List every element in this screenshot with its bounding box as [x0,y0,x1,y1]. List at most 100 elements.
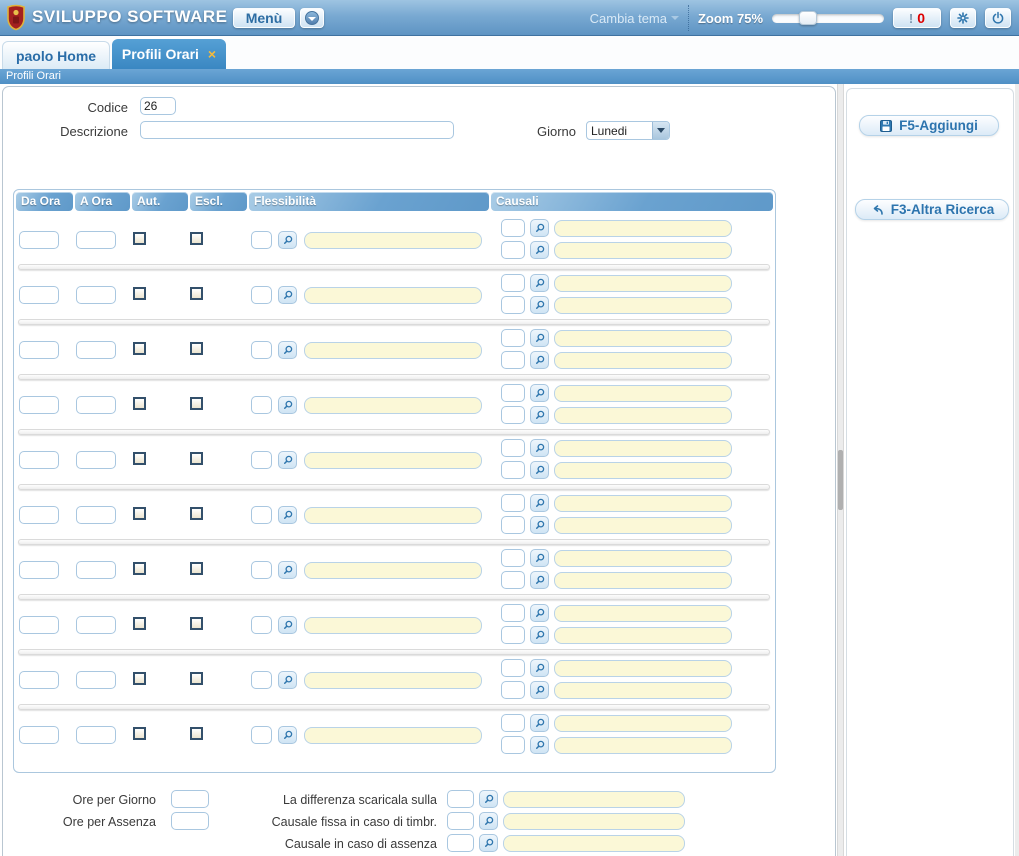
f5-aggiungi-button[interactable]: F5-Aggiungi [859,115,999,136]
causale1-code-input[interactable] [501,384,525,402]
aut-checkbox[interactable] [133,287,146,300]
causale-assenza-lookup-button[interactable] [479,834,498,852]
flessibilita-code-input[interactable] [251,561,272,579]
flessibilita-lookup-button[interactable] [278,506,297,524]
causale2-lookup-button[interactable] [530,736,549,754]
theme-switcher[interactable]: Cambia tema [590,11,679,26]
zoom-slider-track[interactable] [772,14,884,23]
flessibilita-code-input[interactable] [251,341,272,359]
causale-fissa-code-input[interactable] [447,812,474,830]
da-ora-input[interactable] [19,231,59,249]
causale1-lookup-button[interactable] [530,549,549,567]
a-ora-input[interactable] [76,671,116,689]
flessibilita-lookup-button[interactable] [278,231,297,249]
a-ora-input[interactable] [76,451,116,469]
a-ora-input[interactable] [76,561,116,579]
causale2-code-input[interactable] [501,461,525,479]
ore-per-assenza-input[interactable] [171,812,209,830]
causale2-lookup-button[interactable] [530,241,549,259]
flessibilita-code-input[interactable] [251,506,272,524]
da-ora-input[interactable] [19,341,59,359]
escl-checkbox[interactable] [190,287,203,300]
tab-profili-orari[interactable]: Profili Orari × [112,39,226,69]
flessibilita-lookup-button[interactable] [278,341,297,359]
causale2-lookup-button[interactable] [530,571,549,589]
causale1-lookup-button[interactable] [530,714,549,732]
causale1-code-input[interactable] [501,219,525,237]
settings-button[interactable] [950,8,976,28]
da-ora-input[interactable] [19,726,59,744]
causale2-code-input[interactable] [501,351,525,369]
causale1-code-input[interactable] [501,274,525,292]
causale2-code-input[interactable] [501,296,525,314]
flessibilita-code-input[interactable] [251,286,272,304]
aut-checkbox[interactable] [133,727,146,740]
causale2-code-input[interactable] [501,571,525,589]
a-ora-input[interactable] [76,286,116,304]
causale1-lookup-button[interactable] [530,494,549,512]
aut-checkbox[interactable] [133,452,146,465]
da-ora-input[interactable] [19,506,59,524]
causale1-code-input[interactable] [501,549,525,567]
causale1-lookup-button[interactable] [530,659,549,677]
causale1-code-input[interactable] [501,604,525,622]
da-ora-input[interactable] [19,451,59,469]
causale2-lookup-button[interactable] [530,296,549,314]
differenza-lookup-button[interactable] [479,790,498,808]
aut-checkbox[interactable] [133,342,146,355]
causale1-code-input[interactable] [501,329,525,347]
alerts-button[interactable]: ! 0 [893,8,941,28]
close-icon[interactable]: × [208,47,216,61]
escl-checkbox[interactable] [190,232,203,245]
flessibilita-lookup-button[interactable] [278,671,297,689]
zoom-slider-handle[interactable] [799,11,817,25]
causale1-lookup-button[interactable] [530,329,549,347]
flessibilita-lookup-button[interactable] [278,726,297,744]
a-ora-input[interactable] [76,506,116,524]
causale-assenza-code-input[interactable] [447,834,474,852]
power-button[interactable] [985,8,1011,28]
causale2-lookup-button[interactable] [530,351,549,369]
flessibilita-code-input[interactable] [251,616,272,634]
chevron-down-icon[interactable] [652,122,669,139]
escl-checkbox[interactable] [190,617,203,630]
escl-checkbox[interactable] [190,727,203,740]
da-ora-input[interactable] [19,561,59,579]
escl-checkbox[interactable] [190,562,203,575]
menu-dropdown-button[interactable] [300,8,324,28]
a-ora-input[interactable] [76,341,116,359]
a-ora-input[interactable] [76,616,116,634]
f3-altra-ricerca-button[interactable]: F3-Altra Ricerca [855,199,1009,220]
causale2-code-input[interactable] [501,626,525,644]
flessibilita-lookup-button[interactable] [278,616,297,634]
flessibilita-code-input[interactable] [251,396,272,414]
causale2-lookup-button[interactable] [530,461,549,479]
flessibilita-lookup-button[interactable] [278,451,297,469]
aut-checkbox[interactable] [133,617,146,630]
causale2-lookup-button[interactable] [530,406,549,424]
escl-checkbox[interactable] [190,397,203,410]
causale2-lookup-button[interactable] [530,681,549,699]
causale1-code-input[interactable] [501,714,525,732]
da-ora-input[interactable] [19,616,59,634]
flessibilita-lookup-button[interactable] [278,286,297,304]
causale2-code-input[interactable] [501,406,525,424]
a-ora-input[interactable] [76,231,116,249]
menu-button[interactable]: Menù [233,8,295,28]
causale1-code-input[interactable] [501,494,525,512]
aut-checkbox[interactable] [133,672,146,685]
descrizione-input[interactable] [140,121,454,139]
causale-fissa-lookup-button[interactable] [479,812,498,830]
causale1-code-input[interactable] [501,439,525,457]
a-ora-input[interactable] [76,726,116,744]
aut-checkbox[interactable] [133,232,146,245]
flessibilita-lookup-button[interactable] [278,561,297,579]
flessibilita-code-input[interactable] [251,451,272,469]
causale2-code-input[interactable] [501,241,525,259]
escl-checkbox[interactable] [190,507,203,520]
flessibilita-code-input[interactable] [251,671,272,689]
causale1-lookup-button[interactable] [530,384,549,402]
causale1-lookup-button[interactable] [530,439,549,457]
flessibilita-code-input[interactable] [251,726,272,744]
causale2-lookup-button[interactable] [530,516,549,534]
